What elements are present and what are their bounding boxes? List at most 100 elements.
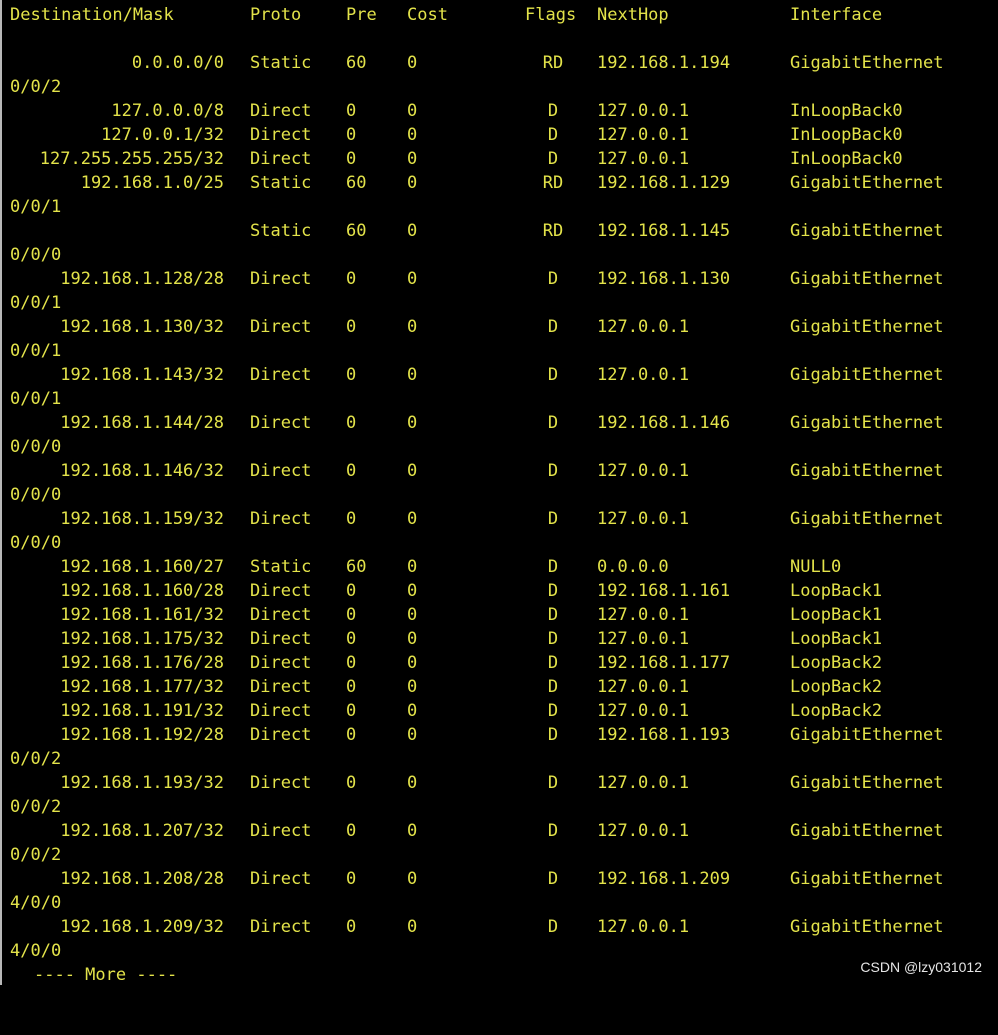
- destination-cell: 192.168.1.160/28: [60, 581, 224, 601]
- destination-cell: 192.168.1.128/28: [60, 269, 224, 289]
- nexthop-cell: 192.168.1.161: [597, 581, 731, 601]
- proto-cell: Direct: [250, 773, 312, 793]
- flags-cell: D: [547, 557, 559, 577]
- pre-cell: 0: [346, 725, 357, 745]
- interface-number-cell: 0/0/2: [10, 845, 62, 865]
- flags-cell: D: [547, 461, 559, 481]
- interface-number-cell: 0/0/1: [10, 293, 62, 313]
- destination-cell: 192.168.1.177/32: [60, 677, 224, 697]
- interface-cell: LoopBack1: [790, 581, 883, 601]
- flags-cell: D: [547, 101, 559, 121]
- cost-cell: 0: [407, 557, 418, 577]
- proto-cell: Direct: [250, 629, 312, 649]
- cost-cell: 0: [407, 677, 418, 697]
- flags-cell: RD: [542, 221, 564, 241]
- proto-cell: Direct: [250, 653, 312, 673]
- flags-cell: D: [547, 725, 559, 745]
- cost-cell: 0: [407, 509, 418, 529]
- flags-cell: D: [547, 413, 559, 433]
- pre-cell: 0: [346, 605, 357, 625]
- pre-cell: 60: [346, 557, 367, 577]
- cost-cell: 0: [407, 413, 418, 433]
- nexthop-cell: 127.0.0.1: [597, 677, 690, 697]
- flags-cell: D: [547, 653, 559, 673]
- header-proto: Proto: [250, 5, 302, 25]
- cost-cell: 0: [407, 581, 418, 601]
- cost-cell: 0: [407, 773, 418, 793]
- nexthop-cell: 192.168.1.194: [597, 53, 731, 73]
- flags-cell: D: [547, 701, 559, 721]
- interface-cell: InLoopBack0: [790, 125, 903, 145]
- cost-cell: 0: [407, 653, 418, 673]
- pre-cell: 60: [346, 221, 367, 241]
- interface-cell: GigabitEthernet: [790, 173, 944, 193]
- routing-table-header: Destination/Mask Proto Pre Cost Flags Ne…: [2, 3, 882, 27]
- flags-cell: D: [547, 365, 559, 385]
- pre-cell: 0: [346, 869, 357, 889]
- pre-cell: 60: [346, 173, 367, 193]
- more-prompt: ---- More ----: [2, 963, 177, 987]
- proto-cell: Direct: [250, 581, 312, 601]
- flags-cell: D: [547, 605, 559, 625]
- proto-cell: Direct: [250, 269, 312, 289]
- flags-cell: D: [547, 581, 559, 601]
- nexthop-cell: 127.0.0.1: [597, 365, 690, 385]
- terminal-window[interactable]: Destination/Mask Proto Pre Cost Flags Ne…: [0, 0, 998, 985]
- cost-cell: 0: [407, 461, 418, 481]
- header-destination: Destination/Mask: [10, 5, 174, 25]
- proto-cell: Direct: [250, 149, 312, 169]
- interface-cell: GigabitEthernet: [790, 917, 944, 937]
- interface-cell: GigabitEthernet: [790, 773, 944, 793]
- flags-cell: D: [547, 773, 559, 793]
- interface-number-cell: 0/0/2: [10, 77, 62, 97]
- interface-number-cell: 4/0/0: [10, 893, 62, 913]
- nexthop-cell: 0.0.0.0: [597, 557, 669, 577]
- destination-cell: 192.168.1.176/28: [60, 653, 224, 673]
- interface-cell: LoopBack2: [790, 653, 883, 673]
- cost-cell: 0: [407, 173, 418, 193]
- nexthop-cell: 127.0.0.1: [597, 701, 690, 721]
- proto-cell: Direct: [250, 917, 312, 937]
- interface-cell: GigabitEthernet: [790, 869, 944, 889]
- interface-cell: GigabitEthernet: [790, 821, 944, 841]
- pre-cell: 60: [346, 53, 367, 73]
- cost-cell: 0: [407, 725, 418, 745]
- cost-cell: 0: [407, 125, 418, 145]
- interface-number-cell: 0/0/1: [10, 341, 62, 361]
- proto-cell: Direct: [250, 869, 312, 889]
- flags-cell: D: [547, 629, 559, 649]
- interface-cell: LoopBack2: [790, 701, 883, 721]
- proto-cell: Direct: [250, 605, 312, 625]
- proto-cell: Direct: [250, 509, 312, 529]
- interface-cell: LoopBack1: [790, 629, 883, 649]
- destination-cell: 192.168.1.130/32: [60, 317, 224, 337]
- header-interface: Interface: [790, 5, 883, 25]
- destination-cell: 192.168.1.159/32: [60, 509, 224, 529]
- cost-cell: 0: [407, 365, 418, 385]
- flags-cell: RD: [542, 53, 564, 73]
- cost-cell: 0: [407, 317, 418, 337]
- proto-cell: Static: [250, 53, 312, 73]
- cost-cell: 0: [407, 53, 418, 73]
- proto-cell: Direct: [250, 677, 312, 697]
- nexthop-cell: 127.0.0.1: [597, 629, 690, 649]
- nexthop-cell: 127.0.0.1: [597, 917, 690, 937]
- flags-cell: D: [547, 917, 559, 937]
- interface-number-cell: 0/0/2: [10, 749, 62, 769]
- nexthop-cell: 127.0.0.1: [597, 101, 690, 121]
- destination-cell: 192.168.1.160/27: [60, 557, 224, 577]
- proto-cell: Direct: [250, 317, 312, 337]
- header-nexthop: NextHop: [597, 5, 669, 25]
- destination-cell: 127.0.0.0/8: [111, 101, 224, 121]
- nexthop-cell: 192.168.1.145: [597, 221, 731, 241]
- flags-cell: D: [547, 149, 559, 169]
- nexthop-cell: 127.0.0.1: [597, 605, 690, 625]
- interface-number-cell: 4/0/0: [10, 941, 62, 961]
- cost-cell: 0: [407, 917, 418, 937]
- pre-cell: 0: [346, 677, 357, 697]
- pre-cell: 0: [346, 317, 357, 337]
- pre-cell: 0: [346, 629, 357, 649]
- proto-cell: Direct: [250, 101, 312, 121]
- pre-cell: 0: [346, 581, 357, 601]
- nexthop-cell: 192.168.1.209: [597, 869, 731, 889]
